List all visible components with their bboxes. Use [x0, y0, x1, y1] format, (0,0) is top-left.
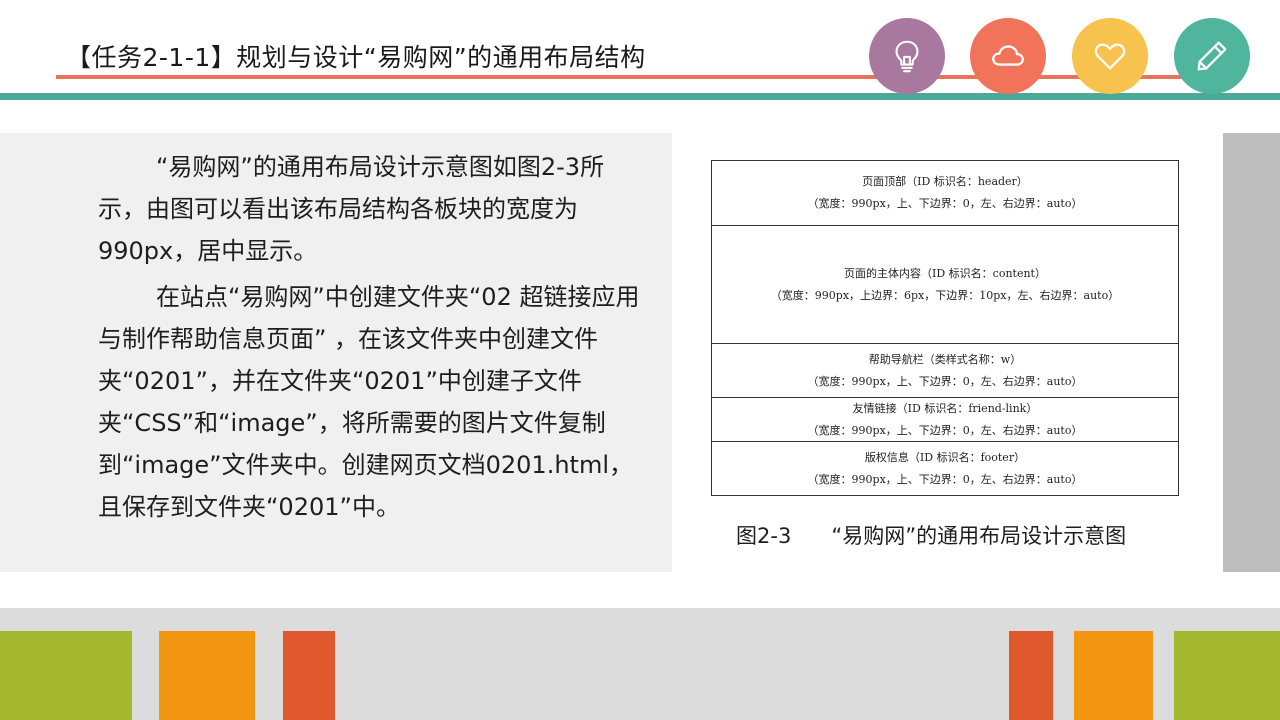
diagram-block-footer: 版权信息（ID 标识名：footer） （宽度：990px，上、下边界：0，左、… [712, 442, 1178, 495]
footer-stripe-red-right [1009, 631, 1053, 720]
paragraph-2-text: 在站点“易购网”中创建文件夹“02 超链接应用与制作帮助信息页面” ，在该文件夹… [98, 283, 640, 521]
block-spec: （宽度：990px，上、下边界：0，左、右边界：auto） [807, 472, 1083, 486]
paragraph-1-text: “易购网”的通用布局设计示意图如图2-3所示，由图可以看出该布局结构各板块的宽度… [98, 153, 605, 265]
diagram-block-content: 页面的主体内容（ID 标识名：content） （宽度：990px，上边界：6p… [712, 226, 1178, 344]
block-label: 版权信息（ID 标识名：footer） [864, 450, 1026, 464]
lightbulb-icon [895, 40, 919, 73]
block-label: 页面的主体内容（ID 标识名：content） [844, 266, 1046, 280]
footer-stripe-red-left [283, 631, 335, 720]
block-label: 友情链接（ID 标识名：friend-link） [852, 401, 1038, 415]
paragraph-2: 在站点“易购网”中创建文件夹“02 超链接应用与制作帮助信息页面” ，在该文件夹… [98, 276, 648, 528]
heart-icon [1094, 43, 1126, 70]
block-spec: （宽度：990px，上、下边界：0，左、右边界：auto） [807, 423, 1083, 437]
block-label: 页面顶部（ID 标识名：header） [862, 175, 1028, 188]
layout-diagram: 页面顶部（ID 标识名：header） （宽度：990px，上、下边界：0，左、… [711, 160, 1179, 496]
block-label: 帮助导航栏（类样式名称：w） [868, 352, 1022, 366]
block-spec: （宽度：990px，上、下边界：0，左、右边界：auto） [807, 197, 1083, 210]
pencil-icon [1197, 41, 1227, 71]
header-teal-bar [0, 93, 1280, 100]
footer-stripe-green-right [1174, 631, 1280, 720]
footer-stripe-orange-left [159, 631, 255, 720]
paragraph-1: “易购网”的通用布局设计示意图如图2-3所示，由图可以看出该布局结构各板块的宽度… [98, 146, 648, 272]
cloud-circle [970, 18, 1046, 94]
block-spec: （宽度：990px，上边界：6px，下边界：10px，左、右边界：auto） [770, 288, 1120, 302]
heart-circle [1072, 18, 1148, 94]
diagram-block-help-nav: 帮助导航栏（类样式名称：w） （宽度：990px，上、下边界：0，左、右边界：a… [712, 344, 1178, 398]
footer-stripe-orange-right [1074, 631, 1153, 720]
diagram-block-header: 页面顶部（ID 标识名：header） （宽度：990px，上、下边界：0，左、… [712, 161, 1178, 226]
footer-stripe-green-left [0, 631, 132, 720]
right-gray-bar [1223, 133, 1280, 572]
slide-title: 【任务2-1-1】规划与设计“易购网”的通用布局结构 [66, 43, 646, 72]
figure-caption: 图2-3 “易购网”的通用布局设计示意图 [736, 524, 1127, 548]
cloud-icon [992, 45, 1024, 66]
diagram-block-friend-link: 友情链接（ID 标识名：friend-link） （宽度：990px，上、下边界… [712, 398, 1178, 442]
block-spec: （宽度：990px，上、下边界：0，左、右边界：auto） [807, 374, 1083, 388]
pencil-circle [1174, 18, 1250, 94]
lightbulb-circle [869, 18, 945, 94]
